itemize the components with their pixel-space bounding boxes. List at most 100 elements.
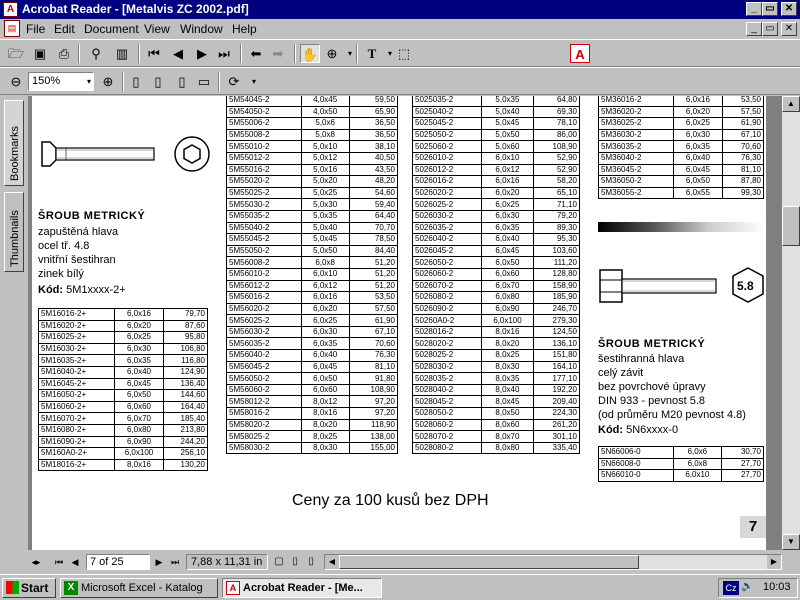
menu-document[interactable]: Document xyxy=(84,22,139,36)
next-page-icon[interactable]: ▶ xyxy=(152,554,166,570)
size-cell: 6,0x50 xyxy=(673,175,723,188)
product-code-cell: 5M56040-2 xyxy=(226,349,302,362)
scroll-thumb[interactable] xyxy=(782,206,800,246)
table-row: 5M36030-2 6,0x30 67,10 xyxy=(597,128,764,142)
product-code-cell: 5026070-2 xyxy=(412,279,482,293)
open-folder-icon[interactable]: 🗁 xyxy=(6,44,26,63)
tab-bookmarks[interactable]: Bookmarks xyxy=(4,100,24,186)
fit-visible-icon[interactable]: ▭ xyxy=(194,72,214,91)
horizontal-scroll-thumb[interactable] xyxy=(339,555,639,569)
price-cell: 106,80 xyxy=(163,342,208,356)
price-cell: 51,20 xyxy=(348,279,399,293)
table-row: 5028030-2 8,0x30 164,10 xyxy=(412,360,580,374)
zoom-field[interactable]: 150% ▾ xyxy=(28,72,94,91)
chevron-down-icon[interactable]: ▾ xyxy=(87,73,91,90)
print-icon[interactable]: ⎙ xyxy=(54,44,74,63)
table-row: 5028035-2 8,0x35 177,10 xyxy=(412,372,580,385)
speaker-icon[interactable]: 🔈 xyxy=(741,581,753,592)
text-select-tool-icon[interactable]: T xyxy=(362,44,382,63)
table-row: 5M55012-2 5,0x12 40,50 xyxy=(226,151,399,165)
size-cell: 8,0x80 xyxy=(480,441,535,455)
find-icon[interactable]: ⚲ xyxy=(86,44,106,63)
price-cell: 61,90 xyxy=(721,117,764,130)
doc-minimize-button[interactable]: _ xyxy=(746,22,762,36)
fit-width-icon[interactable]: ▯ xyxy=(172,72,192,91)
last-page-icon[interactable]: ⏭ xyxy=(214,44,234,63)
facing-pages-icon[interactable]: ▯ xyxy=(304,554,318,570)
table-row: 5025045-2 5,0x45 78,10 xyxy=(412,117,580,130)
table-row: 5028020-2 8,0x20 136,10 xyxy=(412,337,580,351)
price-cell: 164,40 xyxy=(163,400,208,414)
first-page-icon[interactable]: ⏮ xyxy=(144,44,164,63)
acrobat-icon[interactable]: A xyxy=(3,2,18,17)
document-icon[interactable]: ▤ xyxy=(4,20,20,37)
hand-tool-icon[interactable]: ✋ xyxy=(300,44,320,63)
doc-close-button[interactable]: ✕ xyxy=(781,22,797,36)
doc-restore-button[interactable]: ▭ xyxy=(762,22,778,36)
adobe-logo-icon[interactable]: A xyxy=(570,44,590,63)
price-cell: 108,90 xyxy=(533,140,580,153)
product-code-cell: 5M56030-2 xyxy=(226,325,302,339)
size-cell: 8,0x12 xyxy=(300,395,350,409)
previous-page-icon[interactable]: ◀ xyxy=(68,554,82,570)
price-cell: 76,30 xyxy=(721,151,764,165)
scroll-right-arrow-icon[interactable]: ▶ xyxy=(767,555,781,569)
single-page-icon[interactable]: ▢ xyxy=(272,554,286,570)
product-code-cell: 5M56020-2 xyxy=(226,302,302,316)
vertical-scrollbar[interactable]: ▲ ▼ xyxy=(782,96,800,550)
scroll-up-arrow-icon[interactable]: ▲ xyxy=(782,96,800,112)
graphics-select-tool-icon[interactable]: ⬚ xyxy=(394,44,414,63)
go-back-icon[interactable]: ⬅ xyxy=(246,44,266,63)
table-row: 5M36016-2 6,0x16 53,50 xyxy=(597,96,764,107)
size-cell: 6,0x16 xyxy=(300,291,350,304)
zoom-out-icon[interactable]: ⊖ xyxy=(6,72,26,91)
zoom-in-tool-icon[interactable]: ⊕ xyxy=(322,44,342,63)
product-code-cell: 5M36020-2 xyxy=(597,105,675,119)
chevron-down-icon[interactable]: ▾ xyxy=(244,72,264,91)
table-row: 5M56025-2 6,0x25 61,90 xyxy=(226,314,399,327)
pdf-page: ŠROUB METRICKÝ zapuštěná hlava ocel tř. … xyxy=(32,96,766,550)
page-number-field[interactable]: 7 of 25 xyxy=(86,554,150,570)
previous-page-icon[interactable]: ◀ xyxy=(168,44,188,63)
first-page-icon[interactable]: ⏮ xyxy=(52,554,66,570)
rotate-view-icon[interactable]: ⟳ xyxy=(224,72,244,91)
continuous-icon[interactable]: ▯ xyxy=(288,554,302,570)
taskbar-item-excel[interactable]: X Microsoft Excel - Katalog xyxy=(60,578,218,598)
split-handle-icon[interactable]: ◂▸ xyxy=(28,554,44,570)
document-area[interactable]: ŠROUB METRICKÝ zapuštěná hlava ocel tř. … xyxy=(28,96,782,550)
scroll-left-arrow-icon[interactable]: ◀ xyxy=(325,555,339,569)
menu-view[interactable]: View xyxy=(144,22,170,36)
menu-file[interactable]: File xyxy=(26,22,45,36)
menu-window[interactable]: Window xyxy=(180,22,223,36)
show-navigation-pane-icon[interactable]: ▥ xyxy=(112,44,132,63)
table-row: 5M55016-2 5,0x16 43,50 xyxy=(226,163,399,177)
size-cell: 6,0x40 xyxy=(673,151,723,165)
next-page-icon[interactable]: ▶ xyxy=(192,44,212,63)
language-indicator[interactable]: Cz xyxy=(723,581,739,595)
price-cell: 95,80 xyxy=(163,331,208,344)
maximize-button[interactable]: ▭ xyxy=(762,2,778,16)
save-icon[interactable]: ▣ xyxy=(30,44,50,63)
size-cell: 6,0x30 xyxy=(673,128,723,142)
actual-size-icon[interactable]: ▯ xyxy=(126,72,146,91)
go-forward-icon[interactable]: ➡ xyxy=(268,44,288,63)
price-table-left: 5M16016-2+ 6,0x16 79,70 5M16020-2+ 6,0x20 87,… xyxy=(38,308,208,472)
price-cell: 27,70 xyxy=(721,457,764,471)
product-code-cell: 5M16016-2+ xyxy=(38,308,115,321)
last-page-icon[interactable]: ⏭ xyxy=(168,554,182,570)
scroll-down-arrow-icon[interactable]: ▼ xyxy=(782,534,800,550)
price-cell: 99,30 xyxy=(721,186,764,200)
close-button[interactable]: ✕ xyxy=(781,2,797,16)
zoom-in-icon[interactable]: ⊕ xyxy=(98,72,118,91)
price-cell: 192,20 xyxy=(533,383,580,397)
horizontal-scrollbar[interactable]: ◀ ▶ xyxy=(324,554,782,570)
tab-thumbnails[interactable]: Thumbnails xyxy=(4,192,24,272)
fit-page-icon[interactable]: ▯ xyxy=(148,72,168,91)
product-code-cell: 5M16035-2+ xyxy=(38,354,115,367)
start-button[interactable]: Start xyxy=(2,578,56,598)
taskbar-item-acrobat[interactable]: A Acrobat Reader - [Me... xyxy=(222,578,382,598)
menu-help[interactable]: Help xyxy=(232,22,257,36)
size-cell: 6,0x40 xyxy=(113,365,165,379)
minimize-button[interactable]: _ xyxy=(746,2,762,16)
menu-edit[interactable]: Edit xyxy=(54,22,75,36)
